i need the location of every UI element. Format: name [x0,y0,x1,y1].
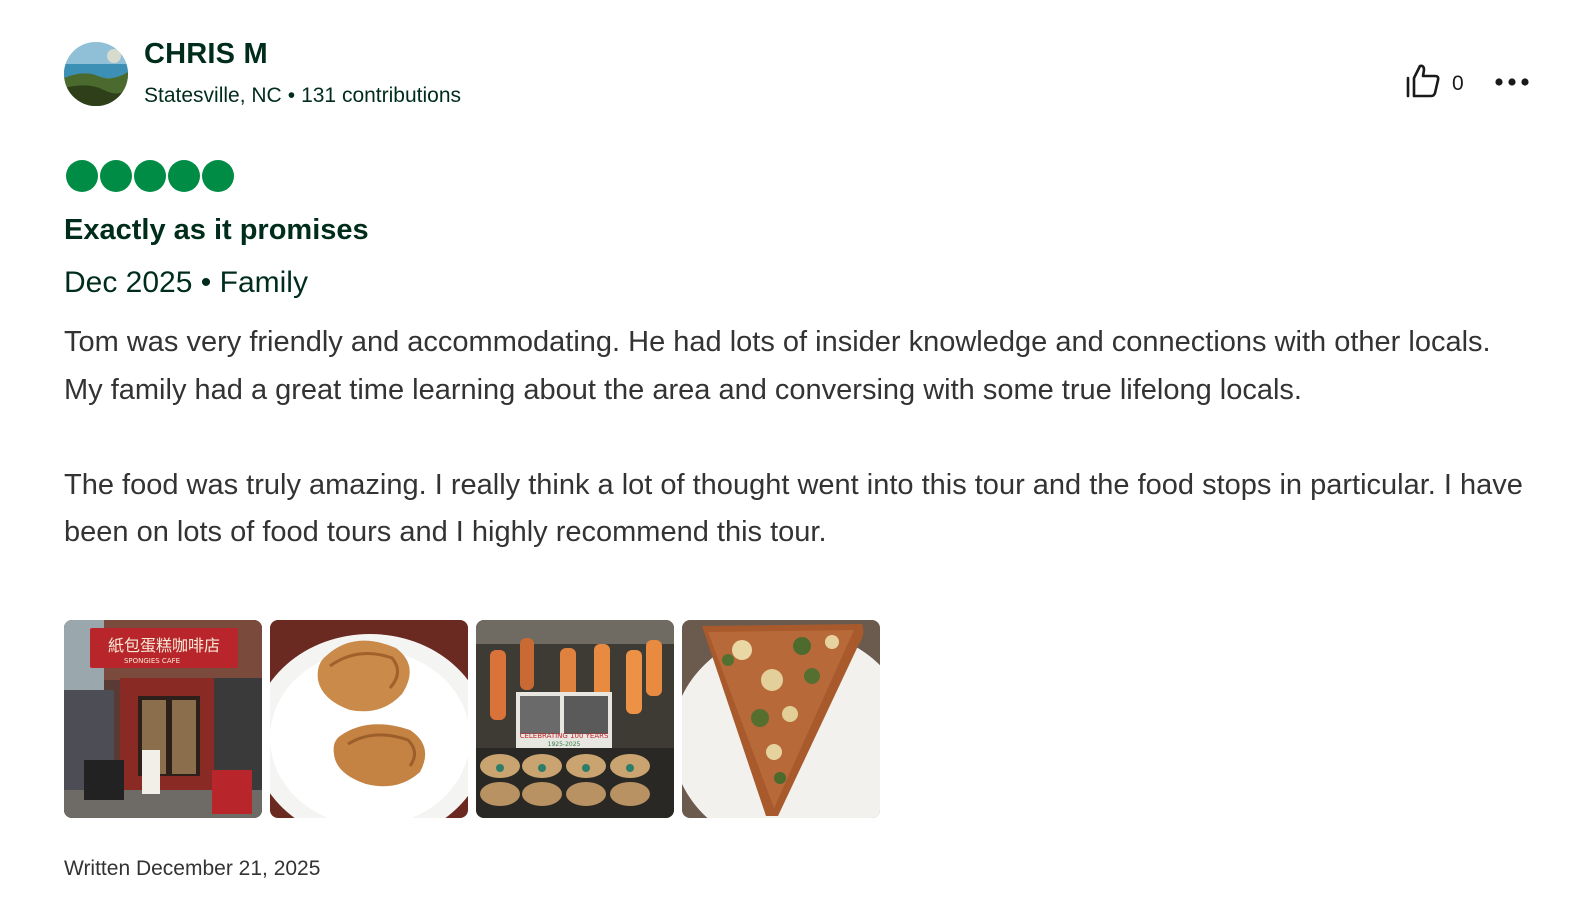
review-title[interactable]: Exactly as it promises [64,214,369,247]
photo-gallery: 紙包蛋糕咖啡店 SPONGIES CAFE CELEBRATING 100 YE… [64,620,880,818]
rating-bubble [134,160,166,192]
storefront-sign: 紙包蛋糕咖啡店 [108,636,220,655]
review-paragraph: The food was truly amazing. I really thi… [64,468,1523,549]
shop-banner: CELEBRATING 100 YEARS [520,732,609,740]
pizza-slice-photo[interactable] [682,620,880,818]
user-contributions[interactable]: 131 contributions [301,84,461,107]
review-paragraph: Tom was very friendly and accommodating.… [64,326,1491,406]
trip-date: Dec 2025 [64,266,193,299]
dumplings-photo[interactable] [270,620,468,818]
helpful-count: 0 [1452,71,1464,95]
user-name[interactable]: CHRIS M [144,38,268,71]
trip-type: Family [219,266,308,299]
rating-bubble [66,160,98,192]
storefront-subsign: SPONGIES CAFE [124,657,180,665]
rating-bubble [100,160,132,192]
more-options-button[interactable] [1494,70,1530,94]
rating-bubble [168,160,200,192]
user-location: Statesville, NC [144,84,282,107]
user-meta: Statesville, NC • 131 contributions [144,84,461,108]
shop-banner-years: 1925-2025 [548,741,581,748]
trip-info: Dec 2025 • Family [64,266,308,300]
trip-separator: • [200,266,212,299]
review-card: CHRIS M Statesville, NC • 131 contribution… [0,0,1582,898]
more-horizontal-icon [1494,78,1530,98]
shop-window-photo[interactable]: CELEBRATING 100 YEARS 1925-2025 [476,620,674,818]
rating-bubble [202,160,234,192]
rating-bubbles [66,160,234,192]
thumbs-up-icon [1404,62,1442,105]
storefront-photo[interactable]: 紙包蛋糕咖啡店 SPONGIES CAFE [64,620,262,818]
meta-separator: • [287,84,296,107]
review-body: Tom was very friendly and accommodating.… [64,319,1524,557]
helpful-button[interactable]: 0 [1404,62,1464,105]
written-date: Written December 21, 2025 [64,857,321,880]
user-avatar[interactable] [64,42,128,106]
